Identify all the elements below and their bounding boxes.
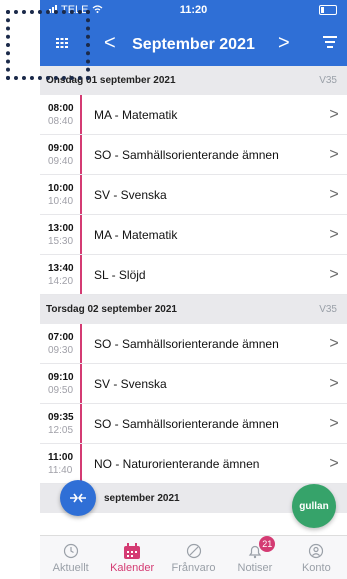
lesson-subject: MA - Matematik: [94, 107, 178, 122]
day-date: Torsdag 02 september 2021: [46, 304, 177, 315]
lesson-row[interactable]: 11:00 11:40 NO - Naturorienterande ämnen…: [40, 444, 347, 484]
absence-icon: [183, 542, 205, 560]
chevron-right-icon: >: [329, 185, 339, 203]
week-number: V35: [319, 304, 337, 315]
chevron-right-icon: >: [329, 145, 339, 163]
tab-franvaro[interactable]: Frånvaro: [163, 536, 224, 579]
lesson-start: 11:00: [48, 451, 74, 463]
tab-label: Notiser: [237, 562, 273, 574]
schedule-list: Onsdag 01 september 2021 V35 08:00 08:40…: [40, 66, 347, 513]
lesson-row[interactable]: 10:00 10:40 SV - Svenska >: [40, 175, 347, 215]
chevron-right-icon: >: [329, 105, 339, 123]
chevron-right-icon: >: [329, 225, 339, 243]
day-date: september 2021: [104, 493, 180, 504]
lesson-row[interactable]: 09:00 09:40 SO - Samhällsorienterande äm…: [40, 135, 347, 175]
lesson-subject: NO - Naturorienterande ämnen: [94, 456, 260, 471]
lesson-times: 09:10 09:50: [40, 371, 80, 397]
battery-icon: [319, 5, 337, 15]
tab-notiser[interactable]: 21 Notiser: [224, 536, 285, 579]
lesson-end: 09:50: [48, 384, 74, 396]
notification-badge: 21: [259, 536, 276, 552]
lesson-end: 08:40: [48, 115, 74, 127]
status-time: 11:20: [179, 4, 208, 16]
lesson-end: 09:30: [48, 344, 74, 356]
tab-konto[interactable]: Konto: [286, 536, 347, 579]
lesson-times: 07:00 09:30: [40, 331, 80, 357]
lesson-start: 13:40: [48, 262, 74, 274]
lesson-subject: SV - Svenska: [94, 187, 167, 202]
lesson-start: 10:00: [48, 182, 74, 194]
tab-label: Kalender: [110, 562, 155, 574]
app-screen: TELE 11:20 < September 2021 > Onsdag 01 …: [40, 0, 347, 579]
lesson-end: 11:40: [48, 464, 73, 476]
chevron-right-icon: >: [329, 265, 339, 283]
lesson-times: 10:00 10:40: [40, 182, 80, 208]
week-number: V35: [319, 75, 337, 86]
day-date: Onsdag 01 september 2021: [46, 75, 176, 86]
next-month-button[interactable]: >: [278, 30, 290, 56]
lesson-times: 08:00 08:40: [40, 102, 80, 128]
day-header: Onsdag 01 september 2021 V35: [40, 66, 347, 95]
chevron-right-icon: >: [329, 454, 339, 472]
calendar-header: < September 2021 >: [40, 22, 347, 66]
lesson-subject: SO - Samhällsorienterande ämnen: [94, 336, 279, 351]
lesson-end: 15:30: [48, 235, 74, 247]
lesson-subject: SL - Slöjd: [94, 267, 146, 282]
lesson-subject: SO - Samhällsorienterande ämnen: [94, 416, 279, 431]
lesson-times: 09:00 09:40: [40, 142, 80, 168]
user-fab-button[interactable]: gullan: [292, 484, 336, 528]
lesson-subject: SV - Svenska: [94, 376, 167, 391]
chevron-right-icon: >: [329, 414, 339, 432]
lesson-row[interactable]: 09:10 09:50 SV - Svenska >: [40, 364, 347, 404]
lesson-start: 13:00: [48, 222, 74, 234]
account-icon: [305, 542, 327, 560]
tab-label: Aktuellt: [52, 562, 89, 574]
lesson-row[interactable]: 13:40 14:20 SL - Slöjd >: [40, 255, 347, 295]
lesson-row[interactable]: 08:00 08:40 MA - Matematik >: [40, 95, 347, 135]
tab-aktuellt[interactable]: Aktuellt: [40, 536, 101, 579]
lesson-subject: SO - Samhällsorienterande ämnen: [94, 147, 279, 162]
lesson-times: 13:40 14:20: [40, 262, 80, 288]
lesson-end: 14:20: [48, 275, 74, 287]
month-title: September 2021: [132, 36, 255, 53]
lesson-start: 09:10: [48, 371, 74, 383]
lesson-end: 09:40: [48, 155, 74, 167]
chevron-right-icon: >: [329, 334, 339, 352]
lesson-row[interactable]: 09:35 12:05 SO - Samhällsorienterande äm…: [40, 404, 347, 444]
day-header: Torsdag 02 september 2021 V35: [40, 295, 347, 324]
lesson-times: 09:35 12:05: [40, 411, 80, 437]
calendar-icon: [121, 542, 143, 560]
lesson-end: 10:40: [48, 195, 74, 207]
filter-icon[interactable]: [323, 36, 337, 48]
lesson-subject: MA - Matematik: [94, 227, 178, 242]
tab-label: Frånvaro: [171, 562, 216, 574]
top-bar: TELE 11:20 < September 2021 >: [40, 0, 347, 66]
chevron-right-icon: >: [329, 374, 339, 392]
status-bar: TELE 11:20: [40, 0, 347, 22]
tab-kalender[interactable]: Kalender: [101, 536, 162, 579]
clock-icon: [60, 542, 82, 560]
lesson-times: 11:00 11:40: [40, 451, 80, 477]
lesson-start: 08:00: [48, 102, 74, 114]
lesson-end: 12:05: [48, 424, 74, 436]
tab-label: Konto: [301, 562, 331, 574]
lesson-row[interactable]: 07:00 09:30 SO - Samhällsorienterande äm…: [40, 324, 347, 364]
tab-bar: Aktuellt Kalender Frånvaro 21 Notiser Ko…: [40, 535, 347, 579]
collapse-arrows-icon: [70, 493, 86, 503]
lesson-start: 07:00: [48, 331, 74, 343]
swap-view-button[interactable]: [60, 480, 96, 516]
lesson-row[interactable]: 13:00 15:30 MA - Matematik >: [40, 215, 347, 255]
lesson-times: 13:00 15:30: [40, 222, 80, 248]
lesson-start: 09:35: [48, 411, 74, 423]
lesson-start: 09:00: [48, 142, 74, 154]
